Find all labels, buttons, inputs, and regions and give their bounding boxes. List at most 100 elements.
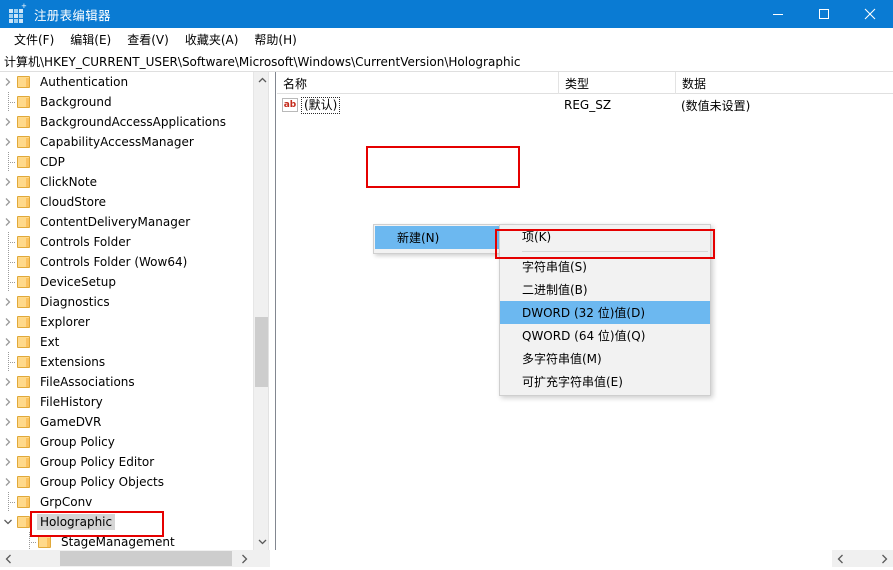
value-row[interactable]: ab (默认) REG_SZ (数值未设置) — [277, 94, 893, 116]
submenu-item-2[interactable]: 二进制值(B) — [500, 278, 710, 301]
chevron-right-icon[interactable] — [0, 372, 16, 392]
values-scroll-left-arrow-icon[interactable] — [832, 550, 849, 567]
pane-splitter[interactable] — [268, 72, 276, 550]
column-header-0[interactable]: 名称 — [277, 72, 558, 94]
menu-item-1[interactable]: 编辑(E) — [62, 29, 119, 50]
chevron-right-icon[interactable] — [0, 112, 16, 132]
column-header-1[interactable]: 类型 — [558, 72, 675, 94]
tree-item-label: CapabilityAccessManager — [40, 135, 194, 149]
submenu-item-4[interactable]: QWORD (64 位)值(Q) — [500, 324, 710, 347]
scroll-right-arrow-icon[interactable] — [236, 550, 253, 567]
chevron-right-icon[interactable] — [0, 132, 16, 152]
submenu-item-1[interactable]: 字符串值(S) — [500, 255, 710, 278]
folder-icon — [16, 255, 32, 269]
tree-item-label: Authentication — [40, 75, 129, 89]
registry-tree: Authentication Background BackgroundAccess… — [0, 72, 256, 550]
menu-item-0[interactable]: 文件(F) — [6, 29, 62, 50]
tree-item-extensions[interactable]: Extensions — [0, 352, 256, 372]
tree-item-stagemanagement[interactable]: StageManagement — [0, 532, 256, 550]
folder-icon — [16, 115, 32, 129]
tree-item-clicknote[interactable]: ClickNote — [0, 172, 256, 192]
maximize-button[interactable] — [801, 0, 847, 28]
column-header-2[interactable]: 数据 — [675, 72, 893, 94]
tree-hscrollbar-thumb[interactable] — [60, 551, 232, 566]
chevron-right-icon[interactable] — [0, 472, 16, 492]
chevron-down-icon[interactable] — [0, 512, 16, 532]
tree-horizontal-scrollbar[interactable] — [0, 550, 270, 567]
tree-item-label: Ext — [40, 335, 60, 349]
tree-vertical-scrollbar[interactable] — [253, 72, 269, 550]
menu-item-4[interactable]: 帮助(H) — [246, 29, 304, 50]
tree-item-label: Extensions — [40, 355, 106, 369]
context-menu-new[interactable]: 新建(N) — [373, 224, 513, 254]
registry-tree-pane[interactable]: Authentication Background BackgroundAccess… — [0, 72, 256, 550]
context-menu-item-new[interactable]: 新建(N) — [375, 226, 513, 249]
folder-icon — [16, 475, 32, 489]
chevron-right-icon[interactable] — [0, 332, 16, 352]
address-bar[interactable]: 计算机\HKEY_CURRENT_USER\Software\Microsoft… — [0, 51, 893, 72]
values-scroll-right-arrow-icon[interactable] — [876, 550, 893, 567]
tree-item-group-policy-objects[interactable]: Group Policy Objects — [0, 472, 256, 492]
tree-item-controls-folder[interactable]: Controls Folder — [0, 232, 256, 252]
value-data-cell: (数值未设置) — [681, 98, 751, 113]
folder-icon — [16, 75, 32, 89]
menu-item-3[interactable]: 收藏夹(A) — [177, 29, 247, 50]
tree-item-label: FileAssociations — [40, 375, 135, 389]
tree-item-holographic[interactable]: Holographic — [0, 512, 256, 532]
tree-item-fileassociations[interactable]: FileAssociations — [0, 372, 256, 392]
submenu-item-0[interactable]: 项(K) — [500, 225, 710, 248]
tree-item-label: GrpConv — [40, 495, 93, 509]
close-button[interactable] — [847, 0, 893, 28]
tree-connector — [0, 272, 16, 292]
chevron-right-icon[interactable] — [0, 312, 16, 332]
tree-connector — [21, 532, 37, 550]
submenu-item-3[interactable]: DWORD (32 位)值(D) — [500, 301, 710, 324]
tree-item-capabilityaccessmanager[interactable]: CapabilityAccessManager — [0, 132, 256, 152]
submenu-item-5[interactable]: 多字符串值(M) — [500, 347, 710, 370]
tree-item-devicesetup[interactable]: DeviceSetup — [0, 272, 256, 292]
tree-item-label: FileHistory — [40, 395, 103, 409]
tree-item-group-policy-editor[interactable]: Group Policy Editor — [0, 452, 256, 472]
tree-item-grpconv[interactable]: GrpConv — [0, 492, 256, 512]
tree-item-backgroundaccessapplications[interactable]: BackgroundAccessApplications — [0, 112, 256, 132]
tree-item-diagnostics[interactable]: Diagnostics — [0, 292, 256, 312]
scroll-left-arrow-icon[interactable] — [0, 550, 17, 567]
chevron-right-icon[interactable] — [0, 292, 16, 312]
tree-item-cloudstore[interactable]: CloudStore — [0, 192, 256, 212]
folder-icon — [16, 155, 32, 169]
chevron-right-icon[interactable] — [0, 452, 16, 472]
folder-icon — [16, 235, 32, 249]
tree-item-authentication[interactable]: Authentication — [0, 72, 256, 92]
menu-item-2[interactable]: 查看(V) — [119, 29, 177, 50]
folder-icon — [16, 135, 32, 149]
tree-item-filehistory[interactable]: FileHistory — [0, 392, 256, 412]
folder-icon — [16, 515, 32, 529]
context-submenu-new-types[interactable]: 项(K) 字符串值(S) 二进制值(B) DWORD (32 位)值(D) QWORD … — [499, 224, 711, 396]
submenu-item-6[interactable]: 可扩充字符串值(E) — [500, 370, 710, 393]
minimize-button[interactable] — [755, 0, 801, 28]
title-bar[interactable]: + 注册表编辑器 — [0, 0, 893, 28]
tree-item-cdp[interactable]: CDP — [0, 152, 256, 172]
chevron-right-icon[interactable] — [0, 412, 16, 432]
chevron-right-icon[interactable] — [0, 172, 16, 192]
chevron-right-icon[interactable] — [0, 392, 16, 412]
tree-item-contentdeliverymanager[interactable]: ContentDeliveryManager — [0, 212, 256, 232]
folder-icon — [16, 275, 32, 289]
values-horizontal-scrollbar[interactable] — [832, 550, 893, 567]
chevron-right-icon[interactable] — [0, 432, 16, 452]
tree-item-label: Diagnostics — [40, 295, 110, 309]
folder-icon — [16, 495, 32, 509]
chevron-right-icon[interactable] — [0, 72, 16, 92]
tree-item-explorer[interactable]: Explorer — [0, 312, 256, 332]
tree-scrollbar-thumb[interactable] — [255, 317, 269, 387]
folder-icon — [16, 395, 32, 409]
tree-item-label: StageManagement — [61, 535, 175, 549]
tree-item-ext[interactable]: Ext — [0, 332, 256, 352]
tree-item-background[interactable]: Background — [0, 92, 256, 112]
menu-separator — [522, 251, 708, 252]
tree-item-gamedvr[interactable]: GameDVR — [0, 412, 256, 432]
chevron-right-icon[interactable] — [0, 212, 16, 232]
tree-item-controls-folder-wow64[interactable]: Controls Folder (Wow64) — [0, 252, 256, 272]
chevron-right-icon[interactable] — [0, 192, 16, 212]
tree-item-group-policy[interactable]: Group Policy — [0, 432, 256, 452]
